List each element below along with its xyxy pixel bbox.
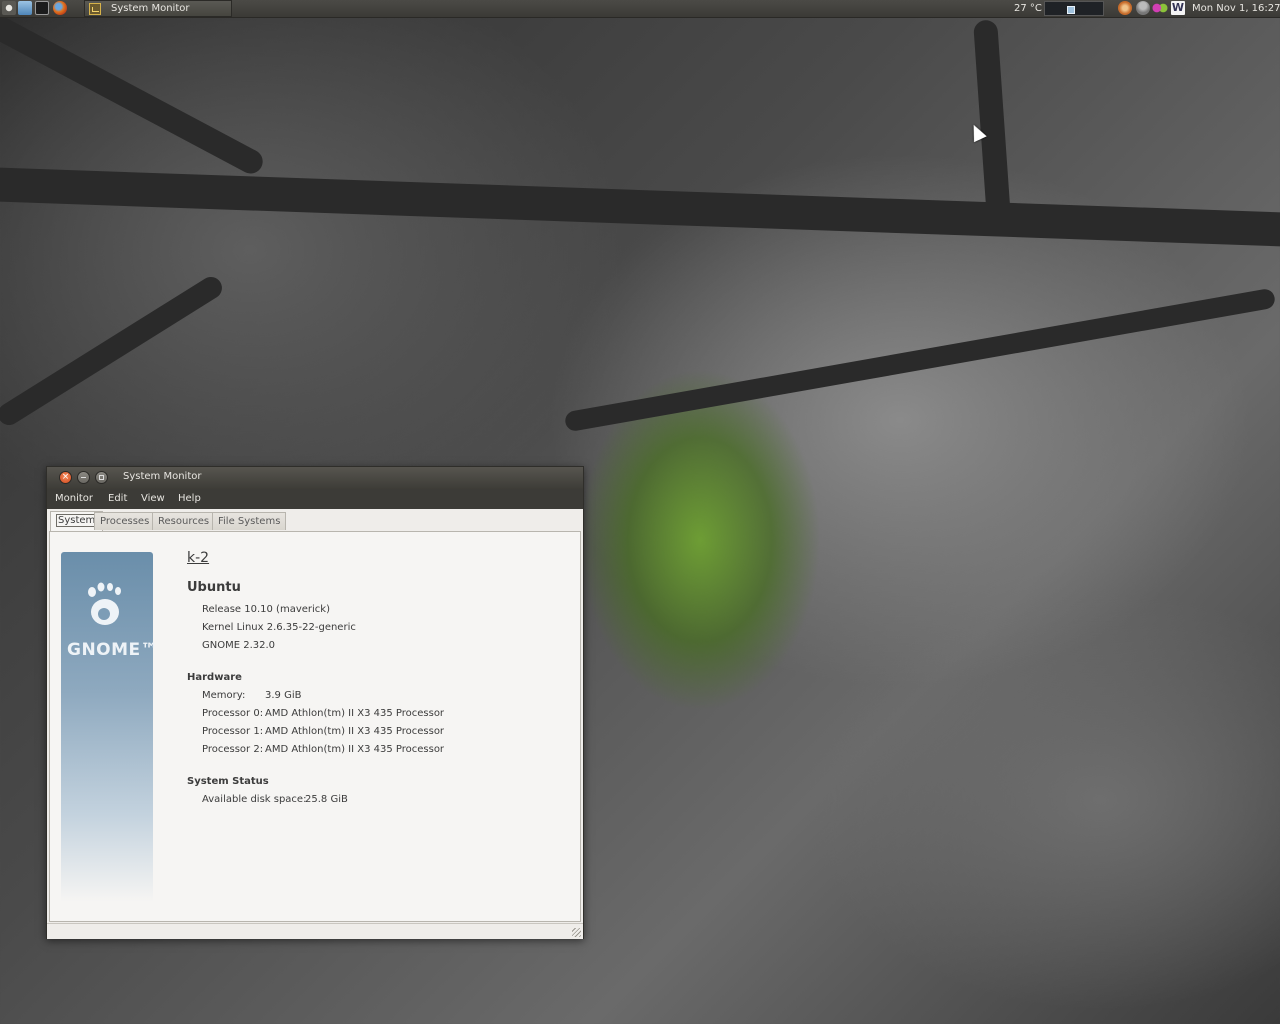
menu-view[interactable]: View xyxy=(141,493,165,504)
system-load-graph[interactable] xyxy=(1044,1,1104,16)
top-panel: System Monitor 27 °C W Mon Nov 1, 16:27 xyxy=(0,0,1280,18)
taskbar-label: System Monitor xyxy=(111,3,190,14)
disk-space-label: Available disk space: xyxy=(202,794,307,805)
processor-label: Processor 2: xyxy=(202,744,264,755)
menu-monitor[interactable]: Monitor xyxy=(55,493,93,504)
processor-value: AMD Athlon(tm) II X3 435 Processor xyxy=(265,708,445,719)
system-monitor-window: × System Monitor Monitor Edit View Help … xyxy=(46,466,584,939)
terminal-icon[interactable] xyxy=(35,1,49,15)
processor-label: Processor 0: xyxy=(202,708,264,719)
wallpaper-branch xyxy=(0,272,227,430)
wallpaper-branch xyxy=(973,19,1011,221)
maximize-button[interactable] xyxy=(95,471,108,484)
clock[interactable]: Mon Nov 1, 16:27 xyxy=(1192,3,1280,14)
wallpaper-branch xyxy=(0,166,1280,248)
menu-help[interactable]: Help xyxy=(178,493,201,504)
gnome-foot-icon xyxy=(88,582,121,625)
memory-label: Memory: xyxy=(202,690,246,701)
tab-processes[interactable]: Processes xyxy=(94,512,156,530)
user-icon[interactable] xyxy=(1136,1,1150,15)
minimize-button[interactable] xyxy=(77,471,90,484)
temperature-readout[interactable]: 27 °C xyxy=(1014,3,1042,14)
wallpaper-branch xyxy=(0,6,267,178)
chat-icon[interactable] xyxy=(1152,1,1168,15)
processor-value: AMD Athlon(tm) II X3 435 Processor xyxy=(265,726,445,737)
ubuntu-logo-icon[interactable] xyxy=(2,1,16,15)
memory-value: 3.9 GiB xyxy=(265,690,302,701)
system-tab-content: GNOME™ k-2 Ubuntu Release 10.10 (maveric… xyxy=(49,531,581,922)
tab-bar: System Processes Resources File Systems xyxy=(47,509,583,533)
system-monitor-icon xyxy=(89,3,101,15)
writer-icon[interactable]: W xyxy=(1171,1,1185,15)
wifi-icon[interactable] xyxy=(1118,1,1132,15)
close-button[interactable]: × xyxy=(59,471,72,484)
firefox-icon[interactable] xyxy=(53,1,67,15)
release-info: Release 10.10 (maverick) xyxy=(202,604,330,615)
status-bar xyxy=(47,923,583,939)
kernel-info: Kernel Linux 2.6.35-22-generic xyxy=(202,622,356,633)
resize-grip[interactable] xyxy=(572,928,581,937)
tab-file-systems[interactable]: File Systems xyxy=(212,512,287,530)
gnome-wordmark: GNOME™ xyxy=(67,640,159,660)
processor-label: Processor 1: xyxy=(202,726,264,737)
taskbar-system-monitor[interactable]: System Monitor xyxy=(84,0,232,17)
tab-resources[interactable]: Resources xyxy=(152,512,216,530)
gnome-version: GNOME 2.32.0 xyxy=(202,640,276,651)
wallpaper-branch xyxy=(563,287,1277,433)
menubar: Monitor Edit View Help xyxy=(47,489,583,509)
distro-name: Ubuntu xyxy=(187,580,241,595)
gnome-logo: GNOME™ xyxy=(61,552,158,902)
window-titlebar[interactable]: × System Monitor xyxy=(47,467,583,489)
workspace-switcher-icon[interactable] xyxy=(1067,6,1075,14)
disk-space-value: 25.8 GiB xyxy=(305,794,348,805)
processor-value: AMD Athlon(tm) II X3 435 Processor xyxy=(265,744,445,755)
menu-edit[interactable]: Edit xyxy=(108,493,127,504)
home-folder-icon[interactable] xyxy=(18,1,32,15)
hostname: k-2 xyxy=(187,550,210,566)
window-title: System Monitor xyxy=(123,471,202,482)
system-status-heading: System Status xyxy=(187,776,269,787)
hardware-heading: Hardware xyxy=(187,672,242,683)
